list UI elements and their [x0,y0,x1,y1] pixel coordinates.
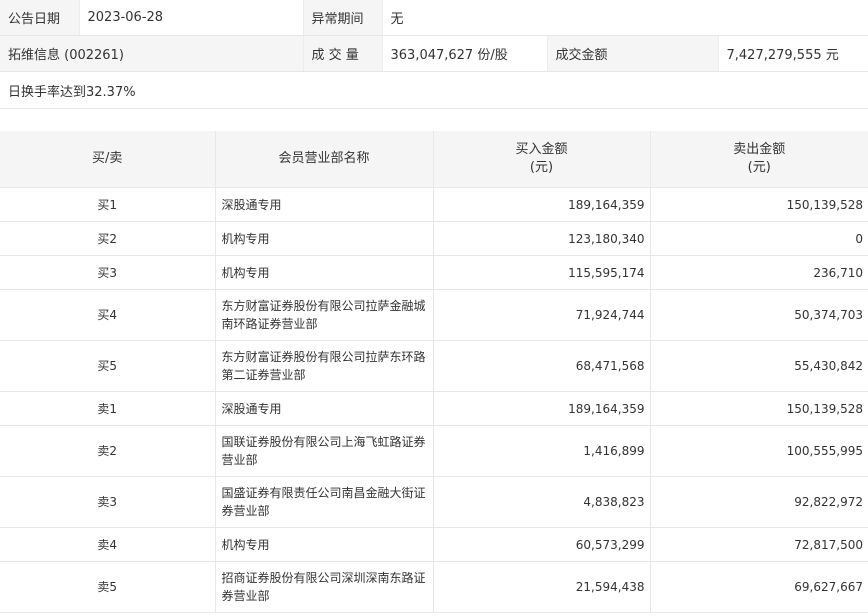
abnormal-period-label: 异常期间 [303,0,383,36]
buy-amount-cell: 68,471,568 [433,340,651,392]
sell-amount-cell: 236,710 [650,255,868,290]
table-row: 买2 机构专用 123,180,340 0 [0,221,868,256]
header-buy: 买入金额 (元) [433,131,651,188]
table-row: 买1 深股通专用 189,164,359 150,139,528 [0,187,868,222]
sell-amount-cell: 92,822,972 [650,476,868,528]
announce-date-value: 2023-06-28 [79,0,304,36]
dept-cell: 国盛证券有限责任公司南昌金融大街证券营业部 [215,476,434,528]
info-row-date: 公告日期 2023-06-28 异常期间 无 [0,0,868,36]
header-sell-title: 卖出金额 [733,142,786,157]
buy-amount-cell: 60,573,299 [433,527,651,562]
table-row: 卖5 招商证券股份有限公司深圳深南东路证券营业部 21,594,438 69,6… [0,561,868,613]
dept-cell: 机构专用 [215,255,434,290]
buy-amount-cell: 21,594,438 [433,561,651,613]
dept-cell: 机构专用 [215,527,434,562]
buy-amount-cell: 189,164,359 [433,391,651,426]
header-dept: 会员营业部名称 [215,131,434,188]
dept-cell: 机构专用 [215,221,434,256]
buy-amount-cell: 1,416,899 [433,425,651,477]
announcement-info-table: 公告日期 2023-06-28 异常期间 无 拓维信息 (002261) 成 交… [0,0,868,109]
dept-cell: 东方财富证券股份有限公司拉萨金融城南环路证券营业部 [215,289,434,341]
sell-amount-cell: 150,139,528 [650,187,868,222]
announce-date-label: 公告日期 [0,0,80,36]
sell-amount-cell: 100,555,995 [650,425,868,477]
listing-reason: 日换手率达到32.37% [0,71,868,109]
sell-amount-cell: 50,374,703 [650,289,868,341]
sell-amount-cell: 0 [650,221,868,256]
dept-cell: 深股通专用 [215,187,434,222]
side-cell: 卖2 [0,425,216,477]
table-row: 买3 机构专用 115,595,174 236,710 [0,255,868,290]
dept-cell: 招商证券股份有限公司深圳深南东路证券营业部 [215,561,434,613]
side-cell: 卖5 [0,561,216,613]
dept-cell: 国联证券股份有限公司上海飞虹路证券营业部 [215,425,434,477]
info-row-reason: 日换手率达到32.37% [0,71,868,109]
table-row: 卖3 国盛证券有限责任公司南昌金融大街证券营业部 4,838,823 92,82… [0,476,868,528]
buy-amount-cell: 4,838,823 [433,476,651,528]
table-row: 买4 东方财富证券股份有限公司拉萨金融城南环路证券营业部 71,924,744 … [0,289,868,341]
dept-cell: 东方财富证券股份有限公司拉萨东环路第二证券营业部 [215,340,434,392]
buy-amount-cell: 115,595,174 [433,255,651,290]
volume-value: 363,047,627 份/股 [382,35,548,72]
header-sell-unit: (元) [747,160,771,175]
amount-value: 7,427,279,555 元 [718,35,868,72]
stock-name: 拓维信息 (002261) [0,35,304,72]
side-cell: 卖4 [0,527,216,562]
table-header-row: 买/卖 会员营业部名称 买入金额 (元) 卖出金额 (元) [0,131,868,188]
info-row-volume: 拓维信息 (002261) 成 交 量 363,047,627 份/股 成交金额… [0,35,868,72]
dept-cell: 深股通专用 [215,391,434,426]
header-sell: 卖出金额 (元) [650,131,868,188]
header-buy-unit: (元) [529,160,554,175]
sell-amount-cell: 69,627,667 [650,561,868,613]
table-row: 买5 东方财富证券股份有限公司拉萨东环路第二证券营业部 68,471,568 5… [0,340,868,392]
side-cell: 卖1 [0,391,216,426]
sell-amount-cell: 55,430,842 [650,340,868,392]
header-side: 买/卖 [0,131,216,188]
buy-amount-cell: 123,180,340 [433,221,651,256]
abnormal-period-value: 无 [382,0,868,36]
volume-label: 成 交 量 [303,35,383,72]
sell-amount-cell: 72,817,500 [650,527,868,562]
amount-label: 成交金额 [547,35,719,72]
side-cell: 买4 [0,289,216,341]
table-row: 卖2 国联证券股份有限公司上海飞虹路证券营业部 1,416,899 100,55… [0,425,868,477]
buy-amount-cell: 189,164,359 [433,187,651,222]
header-buy-title: 买入金额 [515,142,568,157]
side-cell: 卖3 [0,476,216,528]
table-row: 卖1 深股通专用 189,164,359 150,139,528 [0,391,868,426]
side-cell: 买2 [0,221,216,256]
side-cell: 买3 [0,255,216,290]
sell-amount-cell: 150,139,528 [650,391,868,426]
table-row: 卖4 机构专用 60,573,299 72,817,500 [0,527,868,562]
side-cell: 买1 [0,187,216,222]
side-cell: 买5 [0,340,216,392]
buy-amount-cell: 71,924,744 [433,289,651,341]
trading-departments-table: 买/卖 会员营业部名称 买入金额 (元) 卖出金额 (元) 买1 深股通专用 1… [0,131,868,613]
